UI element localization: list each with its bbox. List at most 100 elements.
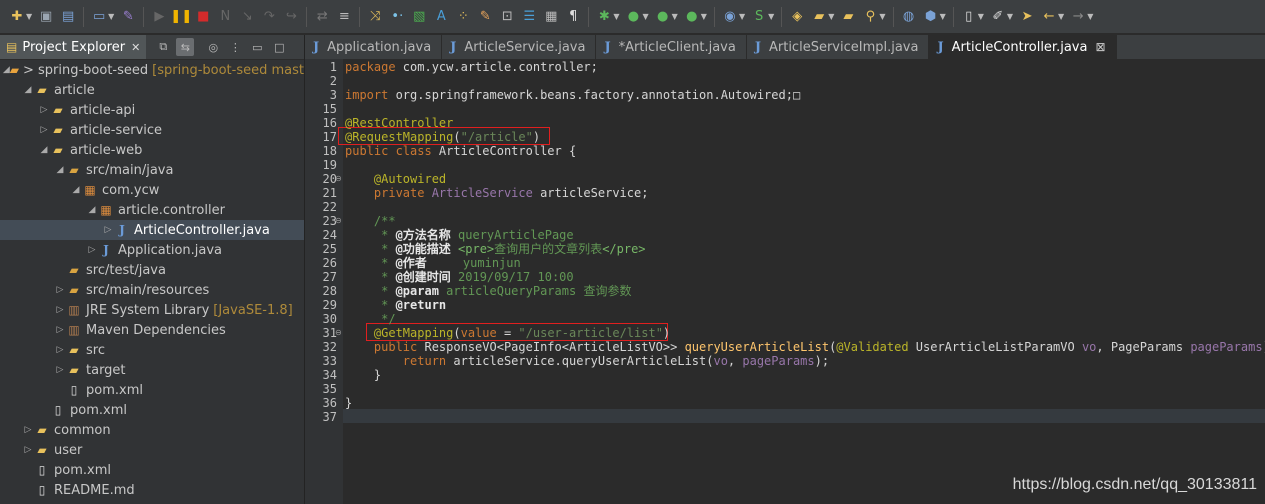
tree-item[interactable]: ◢ ▰ > spring-boot-seed [spring-boot-seed ma… (0, 60, 304, 80)
editor-tab[interactable]: J ArticleServiceImpl.java (747, 35, 930, 59)
save-all-icon[interactable]: ▤ (59, 8, 77, 26)
run-external-icon[interactable]: ● (654, 8, 672, 26)
expanded-arrow-icon[interactable]: ◢ (22, 85, 34, 95)
collapsed-arrow-icon[interactable]: ▷ (86, 245, 98, 255)
new-spring-icon[interactable]: S (750, 8, 768, 26)
expanded-arrow-icon[interactable]: ◢ (86, 205, 98, 215)
annotation-icon[interactable]: ✐ (989, 8, 1007, 26)
tree-item[interactable]: ▷ ▥ Maven Dependencies (0, 320, 304, 340)
fold-toggle-icon[interactable]: ⊖ (335, 172, 343, 186)
frame-icon[interactable]: ⊡ (498, 8, 516, 26)
dropdown-caret-icon[interactable]: ▼ (642, 12, 648, 21)
editor-tab[interactable]: J ArticleService.java (442, 35, 597, 59)
wrap-icon[interactable]: •· (388, 8, 406, 26)
close-icon[interactable]: ✕ (131, 41, 140, 54)
minimize-icon[interactable]: ▭ (248, 38, 266, 56)
pencil-icon[interactable]: ✎ (476, 8, 494, 26)
tree-item[interactable]: ▷ ▰ article-service (0, 120, 304, 140)
step-over-icon[interactable]: ↷ (260, 8, 278, 26)
debug-icon[interactable]: ✱ (595, 8, 613, 26)
disconnect-icon[interactable]: N (216, 8, 234, 26)
bookmark-icon[interactable]: ➤ (1018, 8, 1036, 26)
tree-item[interactable]: ▷ ▰ src/main/resources (0, 280, 304, 300)
code-editor[interactable]: package com.ycw.article.controller; impor… (338, 59, 1265, 504)
view-menu-icon[interactable]: ⋮ (226, 38, 244, 56)
collapsed-arrow-icon[interactable]: ▷ (38, 125, 50, 135)
run-icon[interactable]: ● (624, 8, 642, 26)
expanded-arrow-icon[interactable]: ◢ (70, 185, 82, 195)
expanded-arrow-icon[interactable]: ◢ (3, 65, 10, 75)
tree-item[interactable]: ▷ J Application.java (0, 240, 304, 260)
project-explorer-tab[interactable]: ▤ Project Explorer ✕ (0, 35, 147, 59)
focus-icon[interactable]: ◎ (204, 38, 222, 56)
collapsed-arrow-icon[interactable]: ▷ (54, 305, 66, 315)
collapsed-arrow-icon[interactable]: ▷ (54, 365, 66, 375)
globe-icon[interactable]: ◍ (900, 8, 918, 26)
maximize-icon[interactable]: □ (270, 38, 288, 56)
tree-item[interactable]: ◢ ▦ com.ycw (0, 180, 304, 200)
editor-tab[interactable]: J ArticleController.java ⊠ (929, 35, 1117, 59)
collapsed-arrow-icon[interactable]: ▷ (54, 325, 66, 335)
expanded-arrow-icon[interactable]: ◢ (38, 145, 50, 155)
block-icon[interactable]: ▦ (542, 8, 560, 26)
dropdown-caret-icon[interactable]: ▼ (978, 12, 984, 21)
collapse-all-icon[interactable]: ⧉ (154, 38, 172, 56)
dropdown-caret-icon[interactable]: ▼ (828, 12, 834, 21)
tree-item[interactable]: ▰ src/test/java (0, 260, 304, 280)
tree-item[interactable]: ▷ ▥ JRE System Library [JavaSE-1.8] (0, 300, 304, 320)
tree-item[interactable]: ▯ README.md (0, 480, 304, 500)
deploy-icon[interactable]: ⬢ (922, 8, 940, 26)
dropdown-caret-icon[interactable]: ▼ (108, 12, 114, 21)
line-icon[interactable]: ⤨ (366, 8, 384, 26)
collapsed-arrow-icon[interactable]: ▷ (102, 225, 114, 235)
fold-toggle-icon[interactable]: ⊖ (335, 326, 343, 340)
chart-icon[interactable]: ▧ (410, 8, 428, 26)
coverage-icon[interactable]: ● (683, 8, 701, 26)
expanded-arrow-icon[interactable]: ◢ (54, 165, 66, 175)
dropdown-caret-icon[interactable]: ▼ (613, 12, 619, 21)
dropdown-caret-icon[interactable]: ▼ (739, 12, 745, 21)
collapsed-arrow-icon[interactable]: ▷ (54, 285, 66, 295)
pilcrow-icon[interactable]: ¶ (564, 8, 582, 26)
tree-item[interactable]: ◢ ▦ article.controller (0, 200, 304, 220)
toggle-icon[interactable]: ⇄ (313, 8, 331, 26)
dropdown-caret-icon[interactable]: ▼ (1007, 12, 1013, 21)
collapsed-arrow-icon[interactable]: ▷ (54, 345, 66, 355)
tree-item[interactable]: ▷ ▰ target (0, 360, 304, 380)
suspend-icon[interactable]: ❚❚ (170, 8, 192, 26)
resume-icon[interactable]: ▶ (150, 8, 168, 26)
tree-item[interactable]: ▷ ▰ article-api (0, 100, 304, 120)
close-tab-icon[interactable]: ⊠ (1095, 40, 1105, 54)
collapsed-arrow-icon[interactable]: ▷ (38, 105, 50, 115)
step-into-icon[interactable]: ↘ (238, 8, 256, 26)
tree-item[interactable]: ◢ ▰ article-web (0, 140, 304, 160)
dots-icon[interactable]: ⁘ (454, 8, 472, 26)
step-return-icon[interactable]: ↪ (282, 8, 300, 26)
open-package-icon[interactable]: ▰ (839, 8, 857, 26)
tree-item[interactable]: ▷ ▰ user (0, 440, 304, 460)
tree-item[interactable]: ▯ pom.xml (0, 460, 304, 480)
back-icon[interactable]: ← (1040, 8, 1058, 26)
dropdown-caret-icon[interactable]: ▼ (701, 12, 707, 21)
tree-item[interactable]: ▯ pom.xml (0, 380, 304, 400)
dropdown-caret-icon[interactable]: ▼ (672, 12, 678, 21)
fold-toggle-icon[interactable]: ⊖ (335, 214, 343, 228)
collapsed-arrow-icon[interactable]: ▷ (22, 445, 34, 455)
forward-icon[interactable]: → (1069, 8, 1087, 26)
link-with-editor-icon[interactable]: ⇆ (176, 38, 195, 56)
collapsed-arrow-icon[interactable]: ▷ (22, 425, 34, 435)
a-icon[interactable]: A (432, 8, 450, 26)
dropdown-caret-icon[interactable]: ▼ (1058, 12, 1064, 21)
dropdown-caret-icon[interactable]: ▼ (940, 12, 946, 21)
search-icon[interactable]: ⚲ (861, 8, 879, 26)
new-file-icon[interactable]: ▯ (960, 8, 978, 26)
tree-item[interactable]: ▯ pom.xml (0, 400, 304, 420)
open-type-icon[interactable]: ◈ (788, 8, 806, 26)
dropdown-caret-icon[interactable]: ▼ (1087, 12, 1093, 21)
dropdown-caret-icon[interactable]: ▼ (879, 12, 885, 21)
new-java-icon[interactable]: ◉ (721, 8, 739, 26)
terminate-icon[interactable]: ■ (194, 8, 212, 26)
new-icon[interactable]: ✚ (8, 8, 26, 26)
tree-item[interactable]: ▷ ▰ common (0, 420, 304, 440)
skip-icon[interactable]: ≡ (335, 8, 353, 26)
